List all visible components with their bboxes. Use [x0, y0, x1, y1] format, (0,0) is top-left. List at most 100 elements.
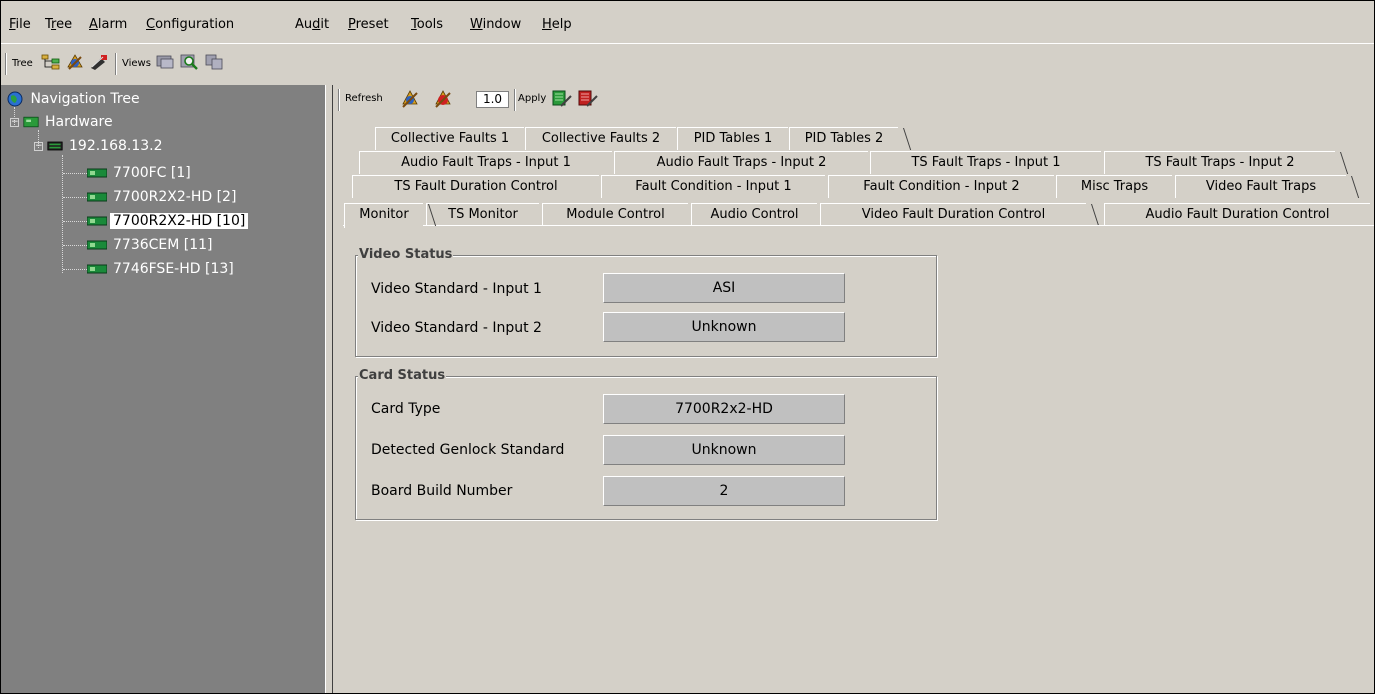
- genlock-standard-value: Unknown: [603, 435, 845, 465]
- tree-card-label: 7700R2X2-HD [10]: [110, 213, 249, 229]
- tree-card-item[interactable]: 7700FC [1]: [87, 163, 194, 183]
- card-type-label: Card Type: [371, 401, 441, 417]
- tree-node-hardware[interactable]: Hardware: [23, 112, 116, 132]
- panel-splitter[interactable]: [325, 85, 333, 693]
- card-status-group: Card Status Card Type 7700R2x2-HD Detect…: [355, 368, 937, 520]
- copy-view-icon[interactable]: [204, 53, 224, 71]
- tab-video-fault-traps[interactable]: Video Fault Traps: [1175, 175, 1346, 198]
- menu-tree[interactable]: Tree: [45, 17, 72, 32]
- tree-card-label: 7736CEM [11]: [113, 237, 213, 253]
- tree-card-label: 7700FC [1]: [113, 165, 191, 181]
- tab-module-control[interactable]: Module Control: [542, 203, 688, 226]
- tree-connector: [63, 245, 87, 246]
- card-type-value: 7700R2x2-HD: [603, 394, 845, 424]
- tree-card-label: 7746FSE-HD [13]: [113, 261, 234, 277]
- tree-card-item-selected[interactable]: 7700R2X2-HD [10]: [87, 211, 249, 231]
- tab-audio-fault-duration-control[interactable]: Audio Fault Duration Control: [1104, 203, 1370, 226]
- apply-icon[interactable]: [551, 88, 573, 110]
- tree-node-host[interactable]: 192.168.13.2: [47, 136, 166, 156]
- toolbar-separator: [115, 53, 117, 75]
- collapse-hardware-toggle[interactable]: −: [10, 118, 19, 127]
- tree-card-item[interactable]: 7736CEM [11]: [87, 235, 216, 255]
- tree-connector: [63, 221, 87, 222]
- app-window: File Tree Alarm Configuration Audit Pres…: [0, 0, 1375, 694]
- tab-baseline: [343, 225, 1374, 226]
- video-status-title: Video Status: [358, 247, 454, 262]
- tab-audio-fault-traps-input-1[interactable]: Audio Fault Traps - Input 1: [359, 151, 612, 174]
- auto-refresh-icon[interactable]: [432, 88, 454, 110]
- tree-hierarchy-icon[interactable]: [41, 53, 61, 71]
- hardware-icon: [23, 116, 39, 128]
- edit-tree-icon[interactable]: [89, 53, 109, 71]
- menu-divider: [1, 43, 1374, 44]
- video-standard-input-1-label: Video Standard - Input 1: [371, 281, 542, 297]
- tree-connector: [63, 197, 87, 198]
- tab-ts-fault-traps-input-2[interactable]: TS Fault Traps - Input 2: [1104, 151, 1335, 174]
- frame-icon: [47, 141, 63, 151]
- globe-icon: [7, 91, 23, 107]
- view-icon[interactable]: [155, 53, 175, 71]
- refresh-label: Refresh: [345, 93, 383, 104]
- video-standard-input-2-label: Video Standard - Input 2: [371, 320, 542, 336]
- refresh-rate-input[interactable]: 1.0: [476, 91, 509, 108]
- toolbar-views-label: Views: [122, 58, 151, 69]
- toolbar-separator: [514, 89, 516, 111]
- tree-card-item[interactable]: 7700R2X2-HD [2]: [87, 187, 239, 207]
- card-icon: [87, 192, 107, 202]
- tab-pid-tables-2[interactable]: PID Tables 2: [789, 127, 898, 150]
- apply-label: Apply: [518, 93, 547, 104]
- card-panel: Refresh 1.0 Apply Collective Faults 1 Co…: [334, 85, 1374, 693]
- menu-bar: File Tree Alarm Configuration Audit Pres…: [1, 1, 1374, 43]
- menu-audit[interactable]: Audit: [295, 17, 329, 32]
- tab-monitor[interactable]: Monitor: [344, 203, 423, 228]
- tab-fault-condition-input-2[interactable]: Fault Condition - Input 2: [828, 175, 1054, 198]
- tree-root-navigation[interactable]: Navigation Tree: [7, 89, 143, 109]
- video-standard-input-1-value: ASI: [603, 273, 845, 303]
- toolbar-grip: [5, 53, 7, 75]
- card-icon: [87, 216, 107, 226]
- main-toolbar: Tree Views: [1, 45, 1374, 81]
- tab-collective-faults-2[interactable]: Collective Faults 2: [525, 127, 676, 150]
- menu-window[interactable]: Window: [470, 17, 521, 32]
- tab-ts-fault-duration-control[interactable]: TS Fault Duration Control: [352, 175, 599, 198]
- card-icon: [87, 264, 107, 274]
- toolbar-tree-label: Tree: [12, 58, 33, 69]
- tab-audio-fault-traps-input-2[interactable]: Audio Fault Traps - Input 2: [614, 151, 868, 174]
- tree-root-label: Navigation Tree: [30, 91, 140, 107]
- menu-file[interactable]: File: [9, 17, 31, 32]
- card-status-title: Card Status: [358, 368, 447, 383]
- board-build-number-value: 2: [603, 476, 845, 506]
- tree-hardware-label: Hardware: [45, 114, 113, 130]
- menu-configuration[interactable]: Configuration: [146, 17, 234, 32]
- tree-connector: [63, 269, 87, 270]
- menu-alarm[interactable]: Alarm: [89, 17, 127, 32]
- toolbar-grip: [338, 89, 340, 111]
- tree-card-item[interactable]: 7746FSE-HD [13]: [87, 259, 237, 279]
- apply-all-icon[interactable]: [577, 88, 599, 110]
- tree-card-label: 7700R2X2-HD [2]: [113, 189, 237, 205]
- tab-misc-traps[interactable]: Misc Traps: [1056, 175, 1172, 198]
- menu-tools[interactable]: Tools: [411, 17, 443, 32]
- tab-fault-condition-input-1[interactable]: Fault Condition - Input 1: [601, 175, 825, 198]
- tab-video-fault-duration-control[interactable]: Video Fault Duration Control: [820, 203, 1086, 226]
- search-view-icon[interactable]: [179, 53, 199, 71]
- video-standard-input-2-value: Unknown: [603, 312, 845, 342]
- menu-help[interactable]: Help: [542, 17, 572, 32]
- menu-preset[interactable]: Preset: [348, 17, 389, 32]
- refresh-icon[interactable]: [399, 88, 421, 110]
- tab-pid-tables-1[interactable]: PID Tables 1: [677, 127, 788, 150]
- card-icon: [87, 240, 107, 250]
- tree-connector: [63, 173, 87, 174]
- video-status-group: Video Status Video Standard - Input 1 AS…: [355, 247, 937, 357]
- tab-collective-faults-1[interactable]: Collective Faults 1: [375, 127, 524, 150]
- tab-ts-monitor[interactable]: TS Monitor: [426, 203, 539, 226]
- navigation-tree[interactable]: Navigation Tree − Hardware − 192.168.13.…: [1, 85, 325, 693]
- tree-host-label: 192.168.13.2: [69, 138, 163, 154]
- refresh-tree-icon[interactable]: [65, 53, 85, 71]
- board-build-number-label: Board Build Number: [371, 483, 513, 499]
- collapse-host-toggle[interactable]: −: [34, 142, 43, 151]
- panel-toolbar: Refresh 1.0 Apply: [334, 85, 1374, 113]
- tab-audio-control[interactable]: Audio Control: [691, 203, 817, 226]
- tab-ts-fault-traps-input-1[interactable]: TS Fault Traps - Input 1: [870, 151, 1101, 174]
- card-icon: [87, 168, 107, 178]
